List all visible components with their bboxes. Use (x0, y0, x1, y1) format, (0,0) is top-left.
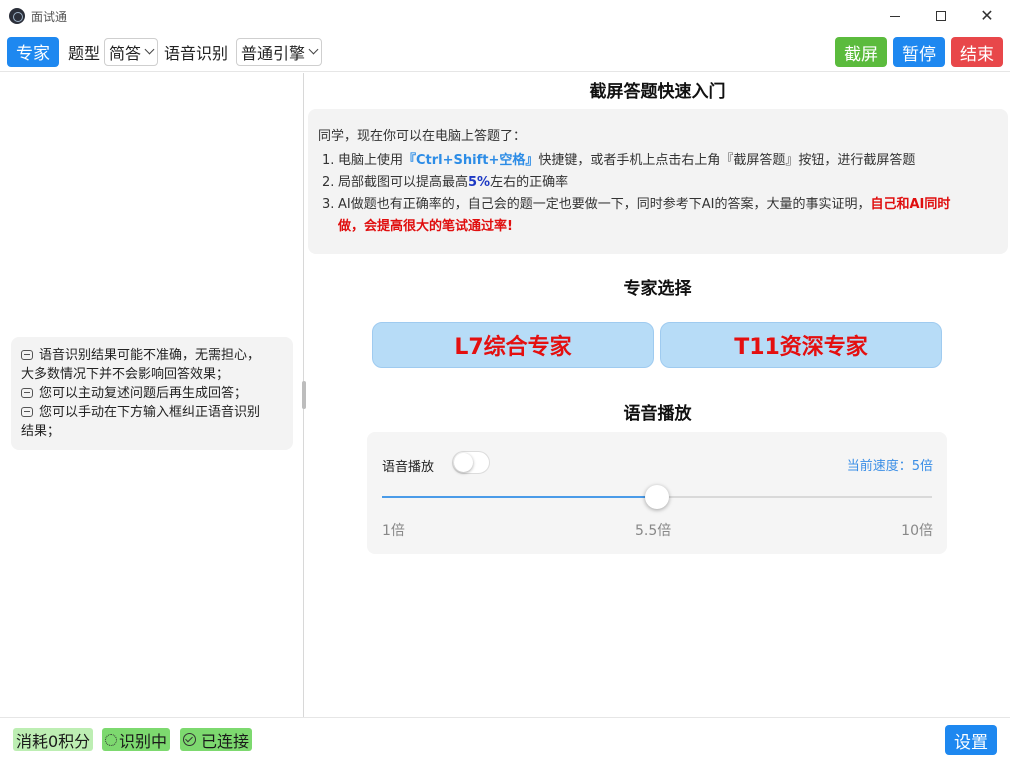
toolbar: 专家 题型 简答 语音识别 普通引擎 截屏 暂停 结束 (0, 32, 1010, 72)
screenshot-button[interactable]: 截屏 (835, 37, 887, 67)
status-bar: 消耗0积分 识别中 已连接 设置 (0, 717, 1010, 761)
expert-button[interactable]: 专家 (7, 36, 59, 67)
right-panel: 截屏答题快速入门 同学，现在你可以在电脑上答题了： 1. 电脑上使用『Ctrl+… (305, 73, 1010, 717)
speech-recognition-label: 语音识别 (164, 43, 229, 63)
connected-text: 已连接 (201, 731, 250, 751)
title-bar: 面试通 ✕ (0, 0, 1010, 32)
expert-select-title: 专家选择 (623, 279, 692, 299)
minimize-icon (890, 15, 900, 17)
audio-toggle[interactable] (452, 451, 490, 474)
tip-line: 您可以主动复述问题后再生成回答； (21, 384, 283, 403)
guide-text: 局部截图可以提高最高 (338, 175, 469, 190)
guide-text: AI做题也有正确率的，自己会的题一定也要做一下，同时参考下AI的答案，大量的事实… (338, 197, 871, 212)
guide-text: 左右的正确率 (490, 175, 569, 190)
guide-text: 快捷键，或者手机上点击右上角『截屏答题』按钮，进行截屏答题 (538, 153, 916, 168)
guide-item: 3. AI做题也有正确率的，自己会的题一定也要做一下，同时参考下AI的答案，大量… (318, 194, 998, 238)
current-speed-text: 当前速度：5倍 (846, 459, 933, 474)
chevron-down-icon (144, 44, 155, 55)
close-icon: ✕ (980, 6, 994, 25)
connected-badge: 已连接 (180, 728, 253, 751)
guide-item-number: 2. (322, 175, 335, 190)
speed-slider-fill (382, 496, 657, 498)
toggle-knob (454, 453, 473, 472)
end-button[interactable]: 结束 (951, 37, 1003, 67)
window-title: 面试通 (31, 9, 68, 24)
slider-mid-label: 5.5倍 (635, 523, 672, 539)
tip-line: 结果； (21, 424, 61, 439)
guide-list: 1. 电脑上使用『Ctrl+Shift+空格』快捷键，或者手机上点击右上角『截屏… (318, 150, 998, 238)
audio-title: 语音播放 (623, 404, 692, 424)
audio-settings-card: 语音播放 当前速度：5倍 1倍 5.5倍 10倍 (367, 432, 947, 554)
guide-item: 2. 局部截图可以提高最高5%左右的正确率 (318, 172, 998, 194)
tip-text: 语音识别结果可能不准确，无需担心， (39, 348, 261, 363)
question-type-value: 简答 (109, 43, 142, 63)
tip-line: 语音识别结果可能不准确，无需担心， (21, 346, 283, 365)
chat-bubble-icon (21, 407, 33, 417)
close-button[interactable]: ✕ (964, 0, 1010, 32)
question-type-label: 题型 (68, 43, 101, 63)
engine-value: 普通引擎 (241, 43, 306, 63)
check-circle-icon (183, 733, 196, 746)
pause-button[interactable]: 暂停 (893, 37, 945, 67)
loading-icon (105, 733, 117, 746)
chat-bubble-icon (21, 388, 33, 398)
expert-option-l7[interactable]: L7综合专家 (372, 322, 654, 368)
tip-line: 大多数情况下并不会影响回答效果； (21, 367, 230, 382)
audio-toggle-label: 语音播放 (382, 460, 435, 475)
chevron-down-icon (308, 44, 319, 55)
slider-max-label: 10倍 (901, 523, 933, 539)
minimize-button[interactable] (872, 0, 918, 32)
speech-tips-card: 语音识别结果可能不准确，无需担心， 大多数情况下并不会影响回答效果； 您可以主动… (11, 337, 293, 450)
tip-line: 您可以手动在下方输入框纠正语音识别 (21, 403, 283, 422)
guide-title: 截屏答题快速入门 (589, 82, 726, 102)
toolbar-actions: 截屏 暂停 结束 (835, 37, 1003, 67)
guide-card: 同学，现在你可以在电脑上答题了： 1. 电脑上使用『Ctrl+Shift+空格』… (308, 109, 1008, 254)
settings-button[interactable]: 设置 (945, 725, 997, 755)
recognizing-badge: 识别中 (102, 728, 171, 751)
app-logo-icon (9, 8, 25, 24)
percent-text: 5% (468, 175, 491, 190)
left-panel: 语音识别结果可能不准确，无需担心， 大多数情况下并不会影响回答效果； 您可以主动… (0, 73, 304, 717)
guide-item-number: 3. (322, 197, 335, 212)
expert-option-t11[interactable]: T11资深专家 (660, 322, 942, 368)
tip-text: 您可以手动在下方输入框纠正语音识别 (39, 405, 261, 420)
guide-text: 电脑上使用 (338, 153, 404, 168)
window-controls: ✕ (872, 0, 1010, 32)
maximize-button[interactable] (918, 0, 964, 32)
points-badge: 消耗0积分 (13, 728, 94, 751)
recognizing-text: 识别中 (119, 731, 168, 751)
highlight-text: 做，会提高很大的笔试通过率! (338, 219, 513, 234)
speed-slider-thumb[interactable] (645, 485, 669, 509)
hotkey-text: 『Ctrl+Shift+空格』 (403, 153, 539, 168)
speed-slider[interactable] (382, 485, 932, 509)
highlight-text: 自己和AI同时 (870, 197, 951, 212)
question-type-select[interactable]: 简答 (104, 37, 159, 66)
guide-item-number: 1. (322, 153, 335, 168)
engine-select[interactable]: 普通引擎 (236, 37, 323, 66)
tip-text: 您可以主动复述问题后再生成回答； (39, 386, 248, 401)
guide-intro: 同学，现在你可以在电脑上答题了： (318, 129, 527, 144)
guide-item: 1. 电脑上使用『Ctrl+Shift+空格』快捷键，或者手机上点击右上角『截屏… (318, 150, 998, 172)
maximize-icon (936, 11, 946, 21)
chat-bubble-icon (21, 350, 33, 360)
slider-min-label: 1倍 (382, 523, 405, 539)
